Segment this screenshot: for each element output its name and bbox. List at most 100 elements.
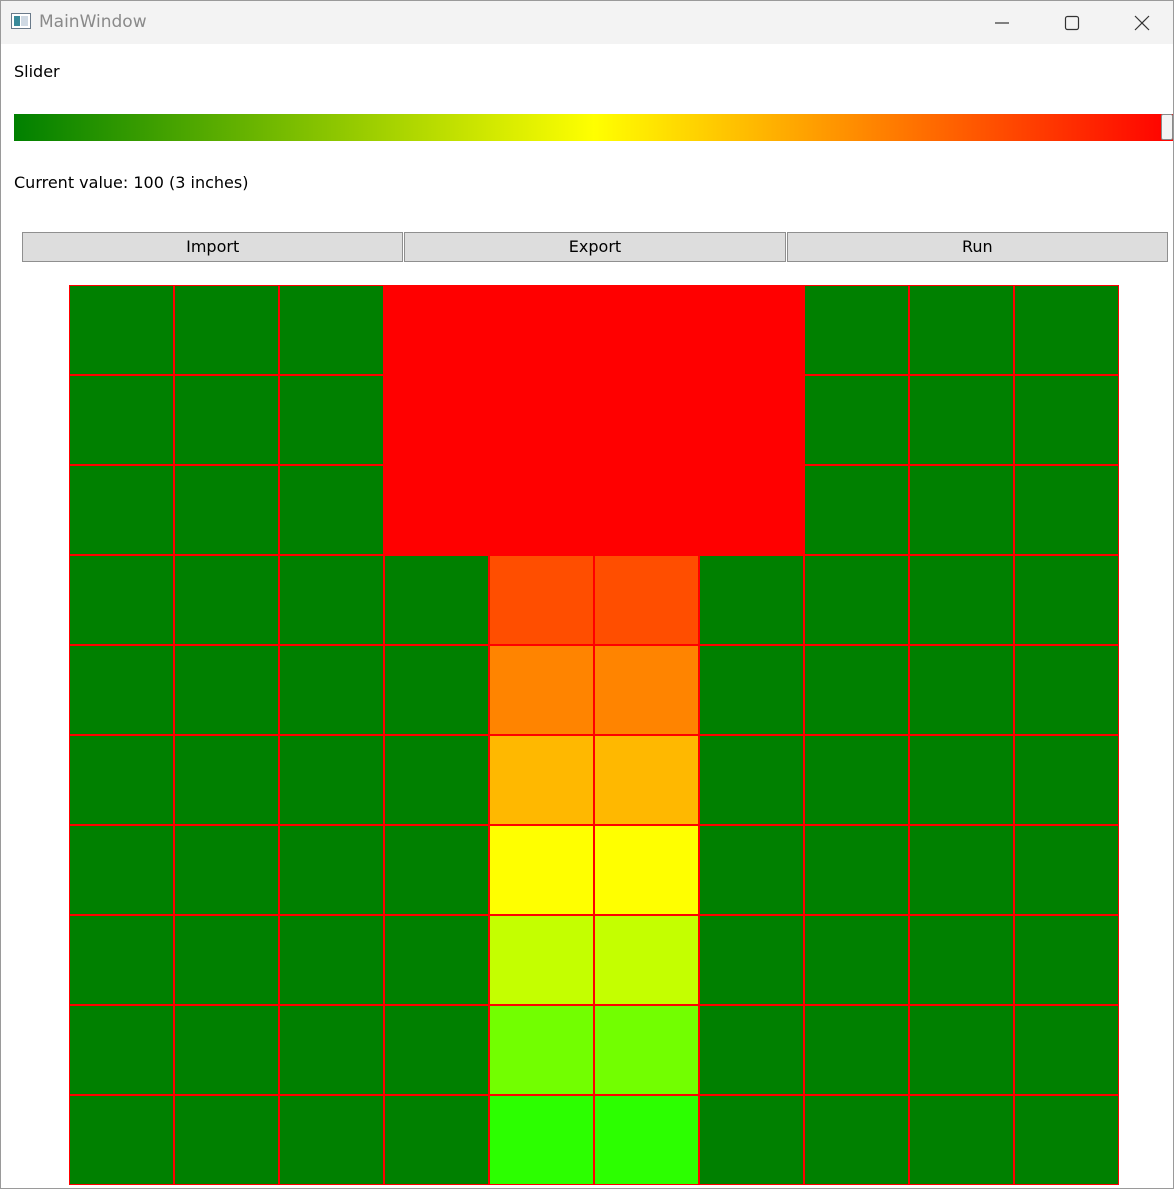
grid-cell[interactable]: [174, 555, 279, 645]
grid-cell[interactable]: [804, 915, 909, 1005]
grid-cell[interactable]: [489, 375, 594, 465]
grid-cell[interactable]: [69, 285, 174, 375]
grid-cell[interactable]: [594, 735, 699, 825]
grid-cell[interactable]: [1014, 735, 1119, 825]
slider-thumb[interactable]: [1161, 114, 1173, 140]
grid-cell[interactable]: [279, 825, 384, 915]
grid-cell[interactable]: [174, 735, 279, 825]
grid-cell[interactable]: [804, 1005, 909, 1095]
grid-cell[interactable]: [1014, 465, 1119, 555]
grid-cell[interactable]: [489, 555, 594, 645]
grid-cell[interactable]: [699, 375, 804, 465]
grid-cell[interactable]: [384, 645, 489, 735]
grid-cell[interactable]: [384, 375, 489, 465]
grid-cell[interactable]: [1014, 285, 1119, 375]
title-bar[interactable]: MainWindow: [1, 1, 1173, 44]
grid-cell[interactable]: [1014, 645, 1119, 735]
grid-cell[interactable]: [279, 735, 384, 825]
grid-cell[interactable]: [279, 1095, 384, 1185]
grid-cell[interactable]: [909, 645, 1014, 735]
grid-cell[interactable]: [909, 1095, 1014, 1185]
grid-cell[interactable]: [384, 825, 489, 915]
grid-cell[interactable]: [699, 825, 804, 915]
grid-cell[interactable]: [384, 285, 489, 375]
grid-cell[interactable]: [909, 735, 1014, 825]
grid-cell[interactable]: [804, 735, 909, 825]
grid-cell[interactable]: [384, 1005, 489, 1095]
grid-cell[interactable]: [1014, 555, 1119, 645]
color-slider[interactable]: [14, 114, 1173, 141]
export-button[interactable]: Export: [404, 232, 786, 262]
grid-cell[interactable]: [279, 465, 384, 555]
grid-cell[interactable]: [594, 465, 699, 555]
grid-cell[interactable]: [594, 1095, 699, 1185]
grid-cell[interactable]: [594, 285, 699, 375]
grid-cell[interactable]: [804, 645, 909, 735]
grid-cell[interactable]: [279, 375, 384, 465]
grid-cell[interactable]: [699, 1095, 804, 1185]
close-button[interactable]: [1107, 1, 1173, 44]
grid-cell[interactable]: [594, 645, 699, 735]
grid-cell[interactable]: [699, 285, 804, 375]
grid-cell[interactable]: [489, 1095, 594, 1185]
grid-cell[interactable]: [804, 1095, 909, 1185]
grid-cell[interactable]: [489, 285, 594, 375]
grid-cell[interactable]: [279, 645, 384, 735]
grid-cell[interactable]: [909, 285, 1014, 375]
grid-cell[interactable]: [909, 915, 1014, 1005]
grid-cell[interactable]: [909, 1005, 1014, 1095]
grid-cell[interactable]: [594, 375, 699, 465]
grid-cell[interactable]: [804, 285, 909, 375]
grid-cell[interactable]: [804, 825, 909, 915]
grid-cell[interactable]: [174, 1005, 279, 1095]
grid-cell[interactable]: [69, 735, 174, 825]
grid-cell[interactable]: [909, 825, 1014, 915]
grid-cell[interactable]: [594, 825, 699, 915]
run-button[interactable]: Run: [786, 232, 1168, 262]
grid-cell[interactable]: [1014, 1095, 1119, 1185]
grid-cell[interactable]: [69, 825, 174, 915]
grid-cell[interactable]: [174, 915, 279, 1005]
grid-cell[interactable]: [1014, 1005, 1119, 1095]
grid-cell[interactable]: [594, 915, 699, 1005]
grid-cell[interactable]: [384, 1095, 489, 1185]
grid-cell[interactable]: [279, 1005, 384, 1095]
grid-cell[interactable]: [804, 555, 909, 645]
grid-cell[interactable]: [594, 1005, 699, 1095]
grid-cell[interactable]: [1014, 915, 1119, 1005]
grid-cell[interactable]: [174, 1095, 279, 1185]
grid-cell[interactable]: [909, 375, 1014, 465]
grid-cell[interactable]: [69, 915, 174, 1005]
grid-cell[interactable]: [69, 375, 174, 465]
grid-cell[interactable]: [804, 375, 909, 465]
grid-cell[interactable]: [69, 1095, 174, 1185]
grid-cell[interactable]: [489, 825, 594, 915]
grid-cell[interactable]: [174, 375, 279, 465]
grid-cell[interactable]: [279, 285, 384, 375]
grid-cell[interactable]: [699, 465, 804, 555]
grid-cell[interactable]: [69, 555, 174, 645]
slider-gradient-track[interactable]: [14, 114, 1173, 141]
grid-cell[interactable]: [174, 465, 279, 555]
grid-cell[interactable]: [174, 825, 279, 915]
grid-cell[interactable]: [489, 465, 594, 555]
grid-cell[interactable]: [384, 555, 489, 645]
grid-cell[interactable]: [699, 1005, 804, 1095]
grid-cell[interactable]: [384, 465, 489, 555]
minimize-button[interactable]: [967, 1, 1037, 44]
grid-cell[interactable]: [804, 465, 909, 555]
grid-cell[interactable]: [69, 465, 174, 555]
grid-cell[interactable]: [489, 1005, 594, 1095]
grid-cell[interactable]: [489, 915, 594, 1005]
maximize-button[interactable]: [1037, 1, 1107, 44]
grid-cell[interactable]: [489, 735, 594, 825]
grid-cell[interactable]: [279, 915, 384, 1005]
grid-cell[interactable]: [489, 645, 594, 735]
grid-cell[interactable]: [699, 735, 804, 825]
grid-cell[interactable]: [384, 735, 489, 825]
grid-cell[interactable]: [909, 465, 1014, 555]
grid-cell[interactable]: [279, 555, 384, 645]
grid-cell[interactable]: [384, 915, 489, 1005]
grid-cell[interactable]: [1014, 375, 1119, 465]
grid-cell[interactable]: [174, 645, 279, 735]
